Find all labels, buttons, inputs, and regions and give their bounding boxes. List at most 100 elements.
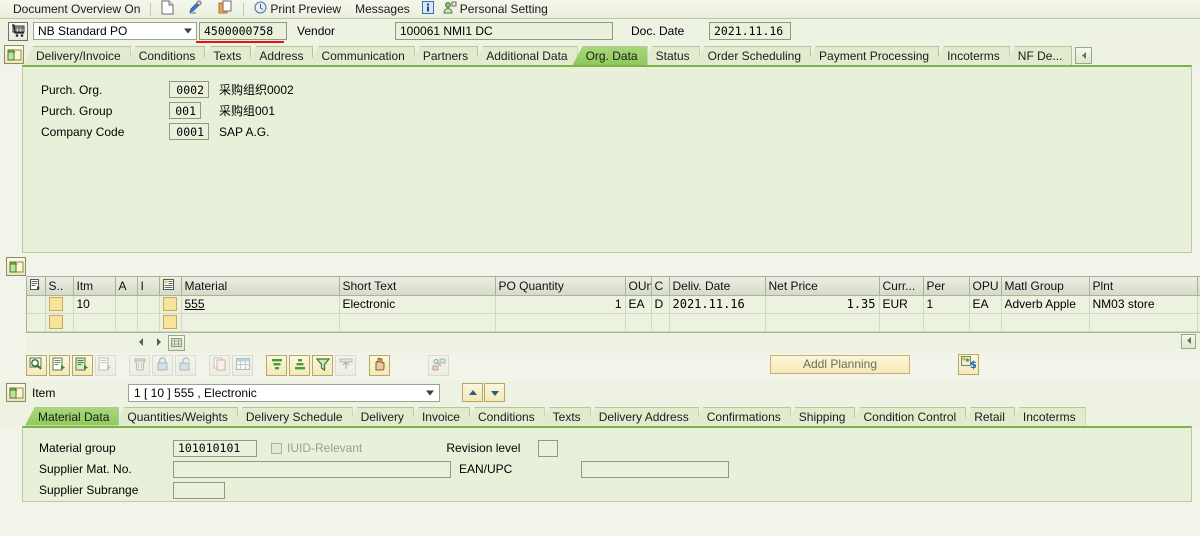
item-tab-texts[interactable]: Texts: [539, 406, 591, 426]
grid-config-button[interactable]: [168, 334, 185, 351]
item-paste-button[interactable]: [95, 355, 116, 376]
table-row[interactable]: 10 555 Electronic 1 EA D 2021.11.16 1.35…: [27, 295, 1200, 314]
cell-curr[interactable]: EUR: [879, 295, 924, 314]
cell-matl-group[interactable]: Adverb Apple: [1001, 295, 1090, 314]
cell-plnt[interactable]: NM03 store: [1089, 295, 1198, 314]
tab-nf-details[interactable]: NF De...: [1004, 46, 1073, 65]
expand-items-icon[interactable]: [6, 257, 26, 276]
tab-org-data[interactable]: Org. Data: [572, 46, 648, 65]
cell-material[interactable]: [181, 313, 340, 332]
item-tab-delivery-schedule[interactable]: Delivery Schedule: [232, 406, 353, 426]
grid-scroll-left-button[interactable]: [1181, 333, 1196, 349]
header-tabs-scroll-left-button[interactable]: [1075, 47, 1093, 64]
expand-header-icon[interactable]: [4, 45, 24, 64]
supplier-mat-no-field[interactable]: [173, 460, 451, 478]
tab-order-scheduling[interactable]: Order Scheduling: [694, 46, 812, 65]
vendor-field[interactable]: 100061 NMI1 DC: [395, 22, 613, 40]
col-deliv-date[interactable]: Deliv. Date: [669, 277, 766, 296]
col-opu[interactable]: OPU: [969, 277, 1002, 296]
col-material[interactable]: Material: [181, 277, 340, 296]
messages-button[interactable]: Messages: [348, 1, 417, 18]
item-tab-shipping[interactable]: Shipping: [785, 406, 856, 426]
po-number-field[interactable]: 4500000758: [199, 22, 287, 40]
item-tab-delivery[interactable]: Delivery: [347, 406, 414, 426]
document-overview-button[interactable]: Document Overview On: [6, 1, 147, 18]
col-po-quantity[interactable]: PO Quantity: [495, 277, 626, 296]
item-hand-button[interactable]: [369, 355, 390, 376]
item-sort-desc-button[interactable]: [289, 355, 310, 376]
cell-opu[interactable]: [969, 313, 1002, 332]
item-tab-confirmations[interactable]: Confirmations: [693, 406, 791, 426]
cell-i[interactable]: [137, 313, 160, 332]
item-sort-asc-button[interactable]: [266, 355, 287, 376]
cell-po-quantity[interactable]: 1: [495, 295, 626, 314]
row-selector[interactable]: [27, 313, 46, 332]
col-oun[interactable]: OUn: [625, 277, 652, 296]
items-grid[interactable]: S.. Itm A I Material Short Text PO Quant…: [26, 276, 1200, 333]
item-tab-quantities-weights[interactable]: Quantities/Weights: [114, 406, 238, 426]
item-tab-invoice[interactable]: Invoice: [408, 406, 470, 426]
col-select-all[interactable]: [27, 277, 46, 296]
item-duplicate-button[interactable]: [209, 355, 230, 376]
personal-setting-button[interactable]: Personal Setting: [439, 1, 555, 18]
tab-address[interactable]: Address: [246, 46, 314, 65]
item-print-button[interactable]: [335, 355, 356, 376]
col-itm[interactable]: Itm: [73, 277, 116, 296]
cell-matl-group[interactable]: [1001, 313, 1090, 332]
col-matl-group[interactable]: Matl Group: [1001, 277, 1090, 296]
col-net-price[interactable]: Net Price: [765, 277, 880, 296]
material-group-field[interactable]: 101010101: [173, 439, 257, 457]
item-next-button[interactable]: [484, 383, 505, 402]
purch-org-field[interactable]: 0002: [169, 81, 209, 98]
document-type-select[interactable]: NB Standard PO: [33, 22, 197, 40]
cell-a[interactable]: [115, 313, 138, 332]
tab-delivery-invoice[interactable]: Delivery/Invoice: [23, 46, 131, 65]
item-filter-button[interactable]: [312, 355, 333, 376]
cell-i[interactable]: [137, 295, 160, 314]
tab-texts[interactable]: Texts: [200, 46, 252, 65]
col-status[interactable]: S..: [45, 277, 74, 296]
col-short-text[interactable]: Short Text: [339, 277, 496, 296]
item-copy-button[interactable]: [72, 355, 93, 376]
item-insert-button[interactable]: [49, 355, 70, 376]
cell-opu[interactable]: EA: [969, 295, 1002, 314]
cell-per[interactable]: [923, 313, 970, 332]
cell-material[interactable]: 555: [181, 295, 340, 314]
cell-itm[interactable]: 10: [73, 295, 116, 314]
cell-material-flag[interactable]: [159, 313, 182, 332]
shopping-cart-icon[interactable]: [8, 21, 28, 41]
item-tab-retail[interactable]: Retail: [961, 406, 1015, 426]
col-curr[interactable]: Curr...: [879, 277, 924, 296]
cell-c[interactable]: D: [651, 295, 670, 314]
cell-plnt[interactable]: [1089, 313, 1198, 332]
copy-document-button[interactable]: [211, 0, 240, 18]
expand-item-icon[interactable]: [6, 383, 26, 402]
tab-conditions[interactable]: Conditions: [125, 46, 206, 65]
cell-material-flag[interactable]: [159, 295, 182, 314]
ean-upc-field[interactable]: [581, 460, 729, 478]
detail-magnifier-button[interactable]: [26, 355, 47, 376]
hold-document-button[interactable]: [181, 0, 211, 18]
col-a[interactable]: A: [115, 277, 138, 296]
cell-itm[interactable]: [73, 313, 116, 332]
item-tab-incoterms[interactable]: Incoterms: [1009, 406, 1086, 426]
cell-short-text[interactable]: [339, 313, 496, 332]
item-delete-button[interactable]: [129, 355, 150, 376]
subcontracting-cost-button[interactable]: $: [958, 353, 979, 375]
col-per[interactable]: Per: [923, 277, 970, 296]
item-select[interactable]: 1 [ 10 ] 555 , Electronic: [128, 383, 440, 402]
item-lock-button[interactable]: [152, 355, 173, 376]
tab-payment-processing[interactable]: Payment Processing: [806, 46, 940, 65]
col-i[interactable]: I: [137, 277, 160, 296]
cell-c[interactable]: [651, 313, 670, 332]
cell-net-price[interactable]: [765, 313, 880, 332]
cell-deliv-date[interactable]: 2021.11.16: [669, 295, 766, 314]
doc-date-field[interactable]: 2021.11.16: [709, 22, 791, 40]
cell-short-text[interactable]: Electronic: [339, 295, 496, 314]
cell-per[interactable]: 1: [923, 295, 970, 314]
purch-group-field[interactable]: 001: [169, 102, 201, 119]
tab-additional-data[interactable]: Additional Data: [473, 46, 578, 65]
cell-status[interactable]: [45, 295, 74, 314]
col-c[interactable]: C: [651, 277, 670, 296]
info-button[interactable]: [417, 1, 439, 18]
